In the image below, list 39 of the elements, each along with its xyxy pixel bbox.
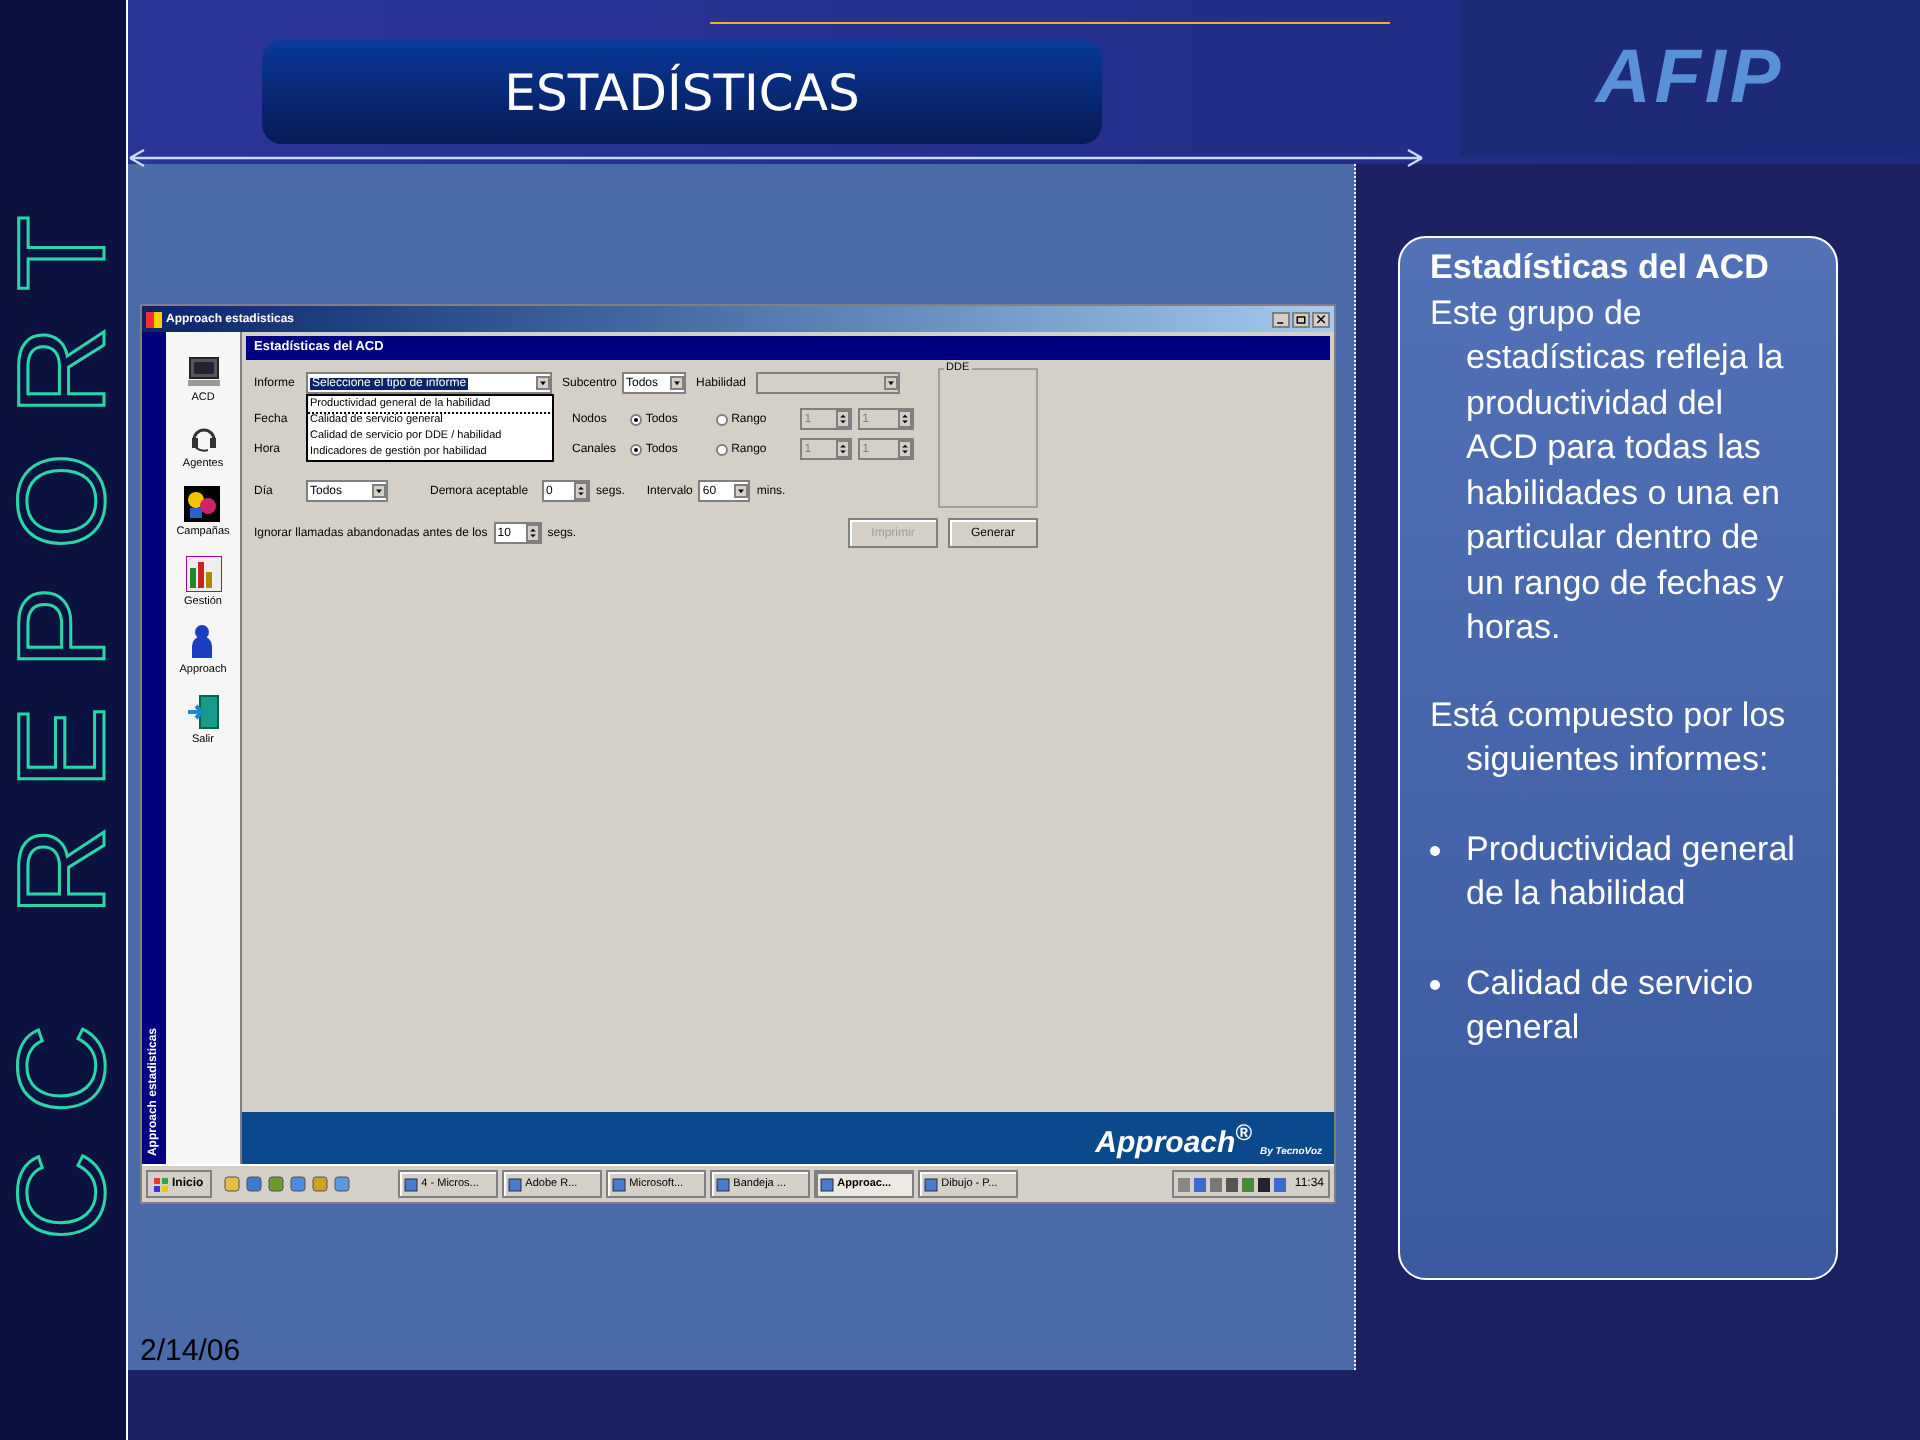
spinner-icon: [836, 440, 851, 458]
window-icon: [611, 1177, 626, 1191]
colorful-picture-icon: [184, 486, 221, 522]
window-icon: [819, 1177, 834, 1191]
minimize-icon[interactable]: [1272, 311, 1290, 327]
person-icon: [188, 624, 217, 660]
app-icon: [146, 311, 162, 327]
close-icon[interactable]: [1312, 311, 1330, 327]
vertical-title: CC REPORT: [1, 177, 125, 1240]
info-bullet: Calidad de servicio general: [1466, 961, 1756, 1050]
brand-name: Approach$^{®}$: [1095, 1128, 1252, 1158]
caret-icon: [372, 484, 386, 498]
window-icon: [923, 1177, 938, 1191]
info-bullet: Productividad general de la habilidad: [1466, 827, 1797, 916]
spinner-icon: [897, 440, 912, 458]
exit-door-icon: [185, 693, 221, 729]
info-paragraph: Está compuesto por los siguientes informes:: [1430, 693, 1788, 782]
info-title: Estadísticas del ACD: [1430, 246, 1771, 290]
bar-chart-icon: [185, 555, 221, 591]
caret-icon: [536, 376, 550, 390]
spinner-icon: [897, 410, 912, 428]
caret-icon: [734, 484, 749, 498]
windows-logo-icon: [154, 1177, 168, 1191]
monitor-icon: [185, 356, 221, 388]
spinner-icon: [525, 524, 540, 542]
slide-date: 2/14/06: [140, 1334, 243, 1370]
spinner-icon: [836, 410, 851, 428]
bullet-icon: [1430, 845, 1440, 855]
logo: AFIP: [1595, 40, 1785, 116]
caret-icon: [884, 376, 898, 390]
window-icon: [715, 1177, 730, 1191]
window-icon: [507, 1177, 522, 1191]
window-icon: [403, 1177, 418, 1191]
bullet-icon: [1430, 979, 1440, 989]
spinner-icon: [574, 482, 589, 500]
maximize-icon[interactable]: [1292, 311, 1310, 327]
slide-title: ESTADÍSTICAS: [504, 67, 860, 117]
info-paragraph: Este grupo de estadísticas refleja la productividad del ACD para todas las habilidades o una en particular dentro de un rango de fechas y horas.: [1430, 291, 1786, 650]
caret-icon: [670, 376, 684, 390]
